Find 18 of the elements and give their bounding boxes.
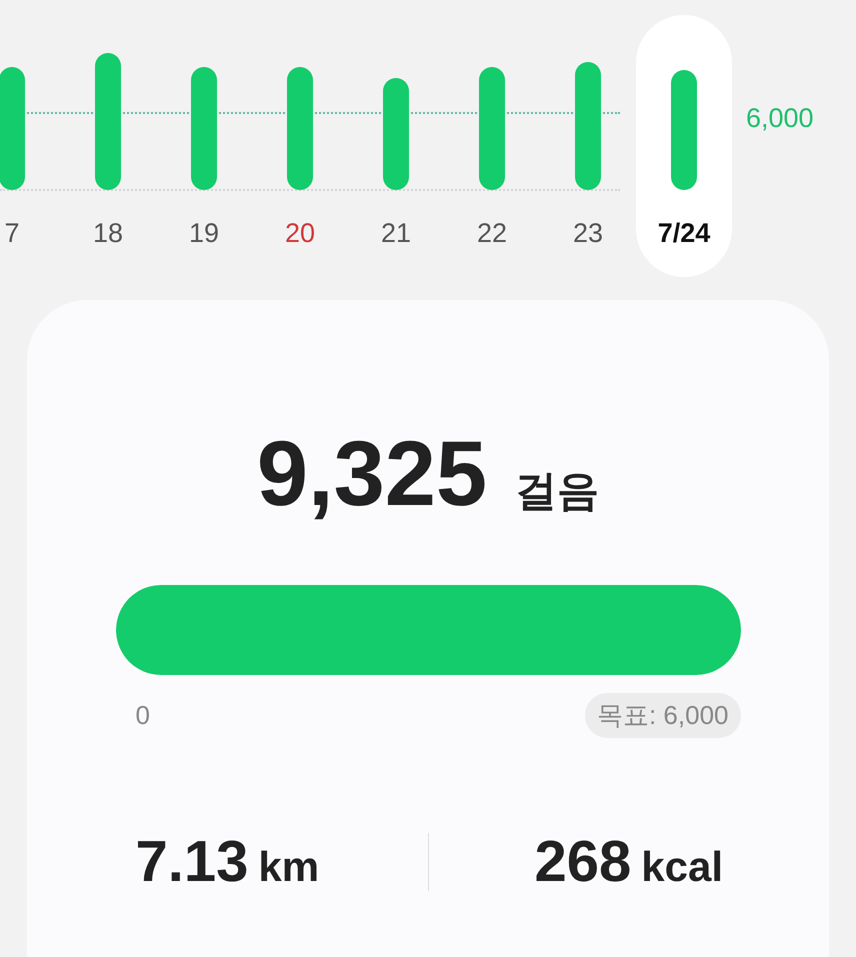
day-label: 23: [572, 220, 604, 247]
stat-unit: km: [258, 846, 320, 888]
day-label: 7/24: [658, 220, 710, 247]
day-label: 18: [92, 220, 124, 247]
step-unit: 걸음: [515, 470, 600, 512]
stat-value: 7.13: [135, 833, 248, 891]
day-label: 19: [188, 220, 220, 247]
day-label: 22: [476, 220, 508, 247]
day-label: 20: [284, 220, 316, 247]
goal-badge: 목표: 6,000: [584, 693, 740, 738]
stat-unit: kcal: [641, 846, 724, 888]
stat-value: 268: [534, 833, 632, 891]
selected-day-column[interactable]: 7/24: [636, 15, 732, 277]
day-label: 21: [380, 220, 412, 247]
progress-min-label: 0: [136, 699, 150, 732]
day-label: 7: [4, 220, 20, 247]
step-count: 9,325: [256, 428, 488, 520]
goal-line-label: 6,000: [746, 102, 814, 135]
